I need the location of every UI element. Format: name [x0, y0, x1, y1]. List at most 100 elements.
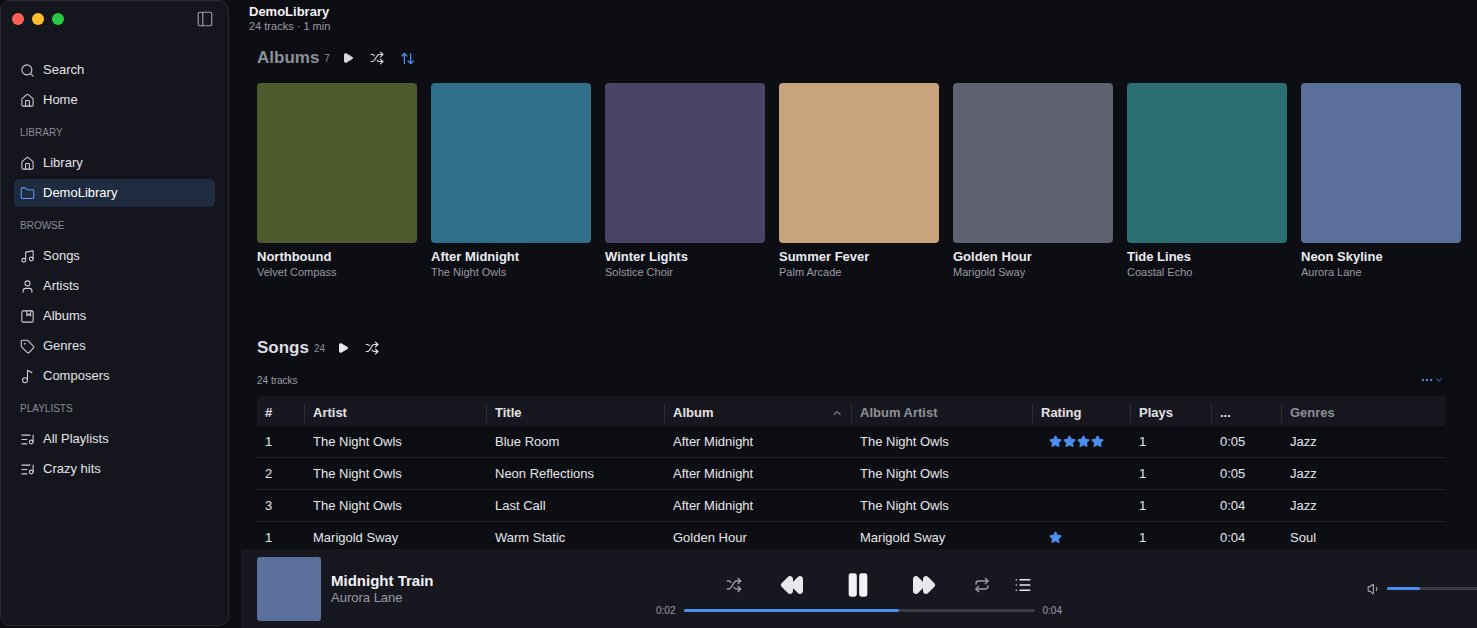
main: DemoLibrary24 tracks · 1 minAlbums7North…: [229, 0, 1477, 628]
close-button[interactable]: [12, 13, 24, 25]
sidebar-item[interactable]: Composers: [14, 362, 215, 390]
table-cell: After Midnight: [665, 458, 852, 489]
column-menu-button[interactable]: [1420, 373, 1444, 387]
progress-track[interactable]: [684, 609, 1035, 612]
sidebar-item[interactable]: Home: [14, 86, 215, 114]
play-icon[interactable]: [337, 342, 349, 354]
volume: [1067, 582, 1477, 596]
album-title: Summer Fever: [779, 249, 939, 265]
queue-icon[interactable]: [1014, 576, 1032, 594]
table-row[interactable]: 2The Night OwlsNeon ReflectionsAfter Mid…: [257, 458, 1446, 490]
album-card[interactable]: NorthboundVelvet Compass: [257, 83, 417, 279]
album-grid: NorthboundVelvet CompassAfter MidnightTh…: [257, 83, 1477, 279]
volume-icon[interactable]: [1367, 582, 1381, 596]
sidebar-item[interactable]: Search: [14, 56, 215, 84]
table-row[interactable]: 1Marigold SwayWarm StaticGolden HourMari…: [257, 522, 1446, 549]
album-artist: Aurora Lane: [1301, 265, 1461, 279]
table-cell: 2: [257, 458, 305, 489]
table-cell: 1: [1131, 426, 1212, 457]
column-header[interactable]: Genres: [1282, 403, 1446, 423]
fast-forward-icon[interactable]: [912, 573, 936, 597]
table-cell: 0:04: [1212, 522, 1282, 549]
sidebar-item[interactable]: Crazy hits: [14, 455, 215, 483]
album-card[interactable]: Golden HourMarigold Sway: [953, 83, 1113, 279]
rewind-icon[interactable]: [780, 573, 804, 597]
column-header[interactable]: Plays: [1131, 403, 1212, 423]
shuffle-icon[interactable]: [365, 341, 379, 355]
column-header[interactable]: Title: [487, 403, 665, 423]
table-cell: After Midnight: [665, 426, 852, 457]
table-cell: 0:05: [1212, 426, 1282, 457]
progress-row: 0:020:04: [652, 603, 1067, 618]
rating-cell[interactable]: [1033, 458, 1131, 489]
album-artist: Velvet Compass: [257, 265, 417, 279]
sidebar-item[interactable]: Library: [14, 149, 215, 177]
sidebar-item-icon: [20, 309, 35, 324]
sidebar-toggle-icon[interactable]: [196, 10, 214, 28]
album-cover: [1301, 83, 1461, 243]
table-row[interactable]: 3The Night OwlsLast CallAfter MidnightTh…: [257, 490, 1446, 522]
sidebar-item[interactable]: Albums: [14, 302, 215, 330]
album-card[interactable]: After MidnightThe Night Owls: [431, 83, 591, 279]
star-icon: [1049, 435, 1062, 448]
column-header[interactable]: ...: [1212, 403, 1282, 423]
album-card[interactable]: Neon SkylineAurora Lane: [1301, 83, 1461, 279]
table-row[interactable]: 1The Night OwlsBlue RoomAfter MidnightTh…: [257, 426, 1446, 458]
rating-cell[interactable]: [1033, 490, 1131, 521]
shuffle-icon[interactable]: [370, 51, 384, 65]
table-cell: Warm Static: [487, 522, 665, 549]
repeat-icon[interactable]: [974, 577, 990, 593]
songs-toolbar: 24 tracks: [257, 373, 1446, 387]
star-icon: [1063, 435, 1076, 448]
table-cell: 1: [1131, 522, 1212, 549]
column-header[interactable]: Artist: [305, 403, 487, 423]
now-playing-artist: Aurora Lane: [331, 590, 434, 606]
sidebar-item-icon: [20, 432, 35, 447]
play-icon[interactable]: [342, 52, 354, 64]
rating-cell[interactable]: [1033, 522, 1131, 549]
rating-cell[interactable]: [1033, 426, 1131, 457]
progress-fill: [684, 609, 900, 612]
table-cell: Soul: [1282, 522, 1446, 549]
sidebar-item-icon: [20, 186, 35, 201]
table-cell: Blue Room: [487, 426, 665, 457]
volume-track[interactable]: [1387, 587, 1477, 590]
pause-icon[interactable]: [844, 571, 872, 599]
shuffle-icon[interactable]: [726, 577, 742, 593]
sidebar-item-icon: [20, 339, 35, 354]
minimize-button[interactable]: [32, 13, 44, 25]
table-cell: 3: [257, 490, 305, 521]
player-bar: Midnight TrainAurora Lane0:020:04: [241, 549, 1477, 628]
sidebar-item[interactable]: Songs: [14, 242, 215, 270]
sidebar-item[interactable]: DemoLibrary: [14, 179, 215, 207]
table-cell: The Night Owls: [305, 490, 487, 521]
app-window: SearchHomeLIBRARYLibraryDemoLibraryBROWS…: [0, 0, 1477, 628]
column-header[interactable]: Rating: [1033, 403, 1131, 423]
zoom-button[interactable]: [52, 13, 64, 25]
sidebar-item[interactable]: Artists: [14, 272, 215, 300]
table-cell: 1: [1131, 458, 1212, 489]
album-artist: Coastal Echo: [1127, 265, 1287, 279]
sidebar-item[interactable]: All Playlists: [14, 425, 215, 453]
sidebar-section: BROWSESongsArtistsAlbumsGenresComposers: [14, 219, 215, 392]
album-card[interactable]: Summer FeverPalm Arcade: [779, 83, 939, 279]
column-header[interactable]: Album: [665, 403, 852, 423]
sidebar-item-icon: [20, 156, 35, 171]
total-time: 0:04: [1043, 603, 1067, 618]
album-card[interactable]: Tide LinesCoastal Echo: [1127, 83, 1287, 279]
album-title: Northbound: [257, 249, 417, 265]
column-header[interactable]: Album Artist: [852, 403, 1033, 423]
table-cell: The Night Owls: [305, 426, 487, 457]
now-playing: Midnight TrainAurora Lane: [241, 557, 652, 621]
sidebar-item-icon: [20, 249, 35, 264]
album-title: Golden Hour: [953, 249, 1113, 265]
album-artist: Palm Arcade: [779, 265, 939, 279]
column-header[interactable]: #: [257, 403, 305, 423]
table-cell: Neon Reflections: [487, 458, 665, 489]
album-card[interactable]: Winter LightsSolstice Choir: [605, 83, 765, 279]
songs-heading: Songs24: [257, 336, 1446, 360]
sidebar-item[interactable]: Genres: [14, 332, 215, 360]
sort-icon[interactable]: [400, 51, 415, 66]
transport-controls: [726, 569, 1032, 601]
more-icon: [1420, 373, 1434, 387]
